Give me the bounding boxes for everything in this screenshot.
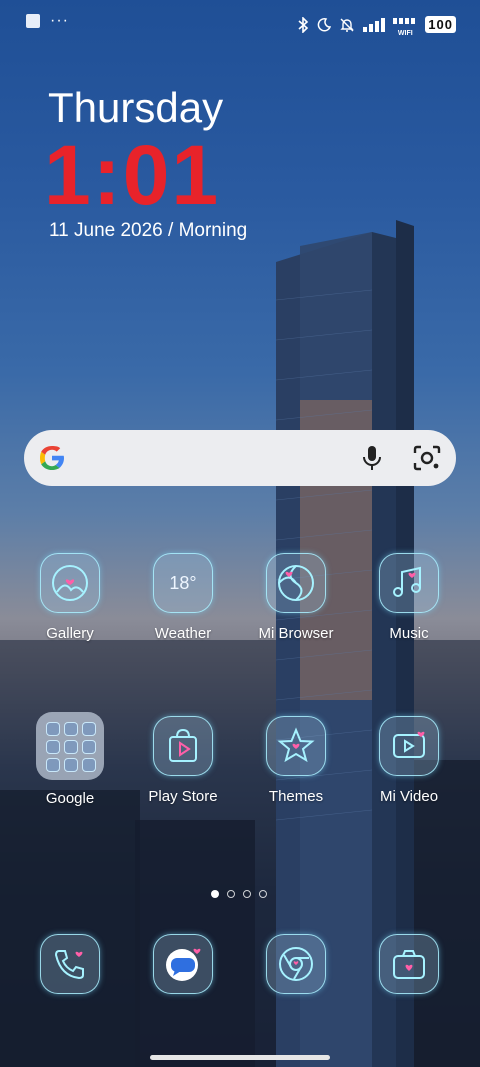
status-bar: ··· WIFI 100 [0,0,480,46]
signal-icon [363,17,386,32]
phone-icon [54,950,84,980]
video-icon [393,731,425,758]
google-search-bar[interactable] [24,430,456,486]
wifi-label: WIFI [397,30,413,37]
app-mi-browser[interactable]: Mi Browser [241,553,351,642]
dock-chrome[interactable] [241,934,351,994]
clock-time[interactable]: 1:01 [44,130,220,220]
clock-date: 11 June 2026 / Morning [49,220,248,241]
app-label: Music [389,625,429,642]
app-label: Play Store [148,788,218,805]
app-label: Mi Browser [258,625,334,642]
folder-icon [36,712,104,780]
app-play-store[interactable]: Play Store [128,716,238,805]
messages-icon [166,948,201,981]
app-label: Mi Video [379,788,439,805]
app-music[interactable]: Music [354,553,464,642]
dock-camera[interactable] [354,934,464,994]
lens-camera-icon[interactable] [412,444,442,472]
app-label: Weather [154,625,212,642]
bluetooth-icon [298,16,309,33]
gesture-bar[interactable] [150,1055,330,1060]
weather-temp: 18° [169,572,197,593]
page-dot-1[interactable] [211,890,219,898]
browser-icon [278,565,314,601]
music-icon [393,566,421,597]
page-dot-2[interactable] [227,890,235,898]
camera-icon [393,950,425,979]
microphone-icon[interactable] [360,444,384,472]
battery-indicator: 100 [425,16,456,33]
app-folder-google[interactable]: Google [15,712,125,807]
clock-day: Thursday [48,84,224,131]
dock-messages[interactable] [128,934,238,994]
app-themes[interactable]: Themes [241,716,351,805]
page-dot-4[interactable] [259,890,267,898]
themes-icon [277,727,315,763]
app-gallery[interactable]: Gallery [15,553,125,642]
moon-icon [318,17,332,31]
page-dot-3[interactable] [243,890,251,898]
notification-square-icon [26,14,40,28]
chrome-icon [279,947,313,981]
app-label: Themes [268,788,324,805]
gallery-icon [52,565,88,601]
app-weather[interactable]: 18° Weather [128,553,238,642]
google-g-icon [40,446,64,470]
more-dots-icon: ··· [50,12,69,29]
app-mi-video[interactable]: Mi Video [354,716,464,805]
wifi-icon: WIFI [393,12,417,37]
dock-phone[interactable] [15,934,125,994]
play-store-icon [169,728,197,762]
app-label: Google [45,790,95,807]
bell-off-icon [340,18,354,32]
weather-icon: 18° [153,553,213,613]
page-indicator[interactable] [211,890,267,898]
app-label: Gallery [46,625,94,642]
